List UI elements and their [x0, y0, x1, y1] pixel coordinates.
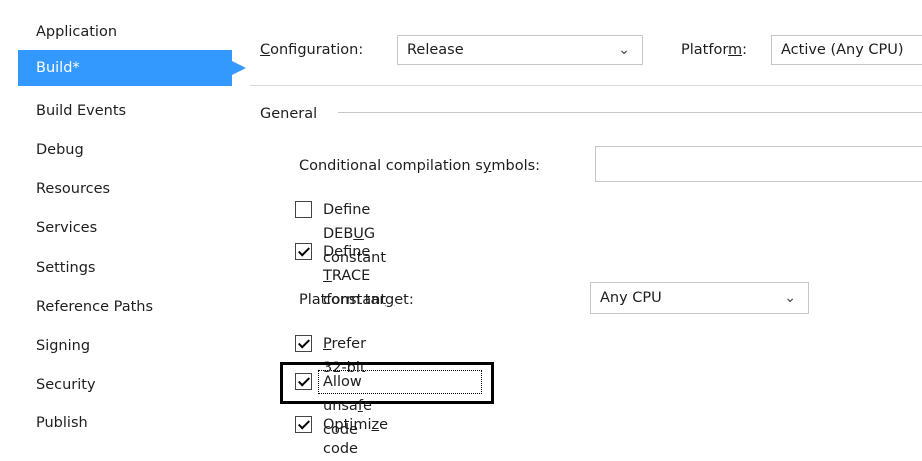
prefer-32bit-checkbox[interactable] [295, 335, 312, 352]
header-divider [250, 85, 922, 86]
access-key: T [323, 268, 332, 284]
configuration-select[interactable]: Release ⌄ [397, 35, 643, 65]
optimize-label[interactable]: Optimize code [323, 413, 388, 461]
sidebar-nav: Application Build* Build Events Debug Re… [18, 0, 250, 439]
label-text: : [742, 42, 748, 58]
platform-label: Platform: [681, 40, 747, 60]
sidebar-item-label: Debug [36, 142, 84, 158]
conditional-symbols-label: Conditional compilation symbols: [299, 156, 540, 176]
access-key: C [260, 42, 271, 58]
label-text: Platfor [681, 42, 729, 58]
sidebar-item-label: Build* [36, 60, 80, 76]
label-text: onfiguration: [270, 42, 364, 58]
chevron-down-icon: ⌄ [618, 42, 630, 58]
access-key: m [728, 42, 743, 58]
sidebar-item-label: Publish [36, 415, 88, 431]
label-text: Platform tar [299, 292, 386, 308]
sidebar-item-label: Signing [36, 338, 91, 354]
configuration-value: Release [407, 42, 464, 58]
access-key: g [385, 292, 395, 308]
platform-select[interactable]: Active (Any CPU) [771, 35, 922, 65]
sidebar-item-resources[interactable]: Resources [18, 171, 216, 207]
label-text: Conditional compilation s [299, 158, 483, 174]
sidebar-item-label: Application [36, 24, 118, 40]
sidebar-item-settings[interactable]: Settings [18, 250, 216, 286]
access-key: z [371, 417, 380, 433]
sidebar-item-label: Settings [36, 260, 96, 276]
sidebar-item-label: Security [36, 377, 96, 393]
sidebar-item-debug[interactable]: Debug [18, 132, 216, 168]
conditional-symbols-input[interactable] [595, 146, 922, 182]
sidebar-item-signing[interactable]: Signing [18, 328, 216, 364]
sidebar-item-publish[interactable]: Publish [18, 405, 216, 441]
platform-target-value: Any CPU [600, 290, 662, 306]
sidebar-item-services[interactable]: Services [18, 210, 216, 246]
sidebar-item-application[interactable]: Application [18, 14, 216, 50]
sidebar-item-reference-paths[interactable]: Reference Paths [18, 289, 216, 325]
label-text: et: [394, 292, 414, 308]
allow-unsafe-checkbox[interactable] [295, 373, 312, 390]
label-text: mbols: [491, 158, 541, 174]
sidebar-item-label: Resources [36, 181, 111, 197]
configuration-label: Configuration: [260, 40, 363, 60]
define-debug-checkbox[interactable] [295, 201, 312, 218]
sidebar-item-security[interactable]: Security [18, 367, 216, 403]
access-key: P [323, 336, 332, 352]
platform-value: Active (Any CPU) [781, 42, 904, 58]
optimize-checkbox[interactable] [295, 416, 312, 433]
sidebar-item-label: Services [36, 220, 98, 236]
label-text: Optimi [323, 417, 372, 433]
label-text: Define [323, 244, 371, 260]
platform-target-select[interactable]: Any CPU ⌄ [590, 282, 809, 314]
sidebar-item-label: Reference Paths [36, 299, 154, 315]
sidebar-item-build-events[interactable]: Build Events [18, 93, 216, 129]
chevron-down-icon: ⌄ [784, 290, 796, 306]
group-divider [338, 112, 922, 113]
group-label-general: General [260, 106, 318, 122]
platform-target-label: Platform target: [299, 290, 414, 310]
define-trace-checkbox[interactable] [295, 243, 312, 260]
sidebar-item-build[interactable]: Build* [18, 50, 246, 86]
sidebar-item-label: Build Events [36, 103, 127, 119]
label-text: Allow unsa [323, 374, 362, 414]
